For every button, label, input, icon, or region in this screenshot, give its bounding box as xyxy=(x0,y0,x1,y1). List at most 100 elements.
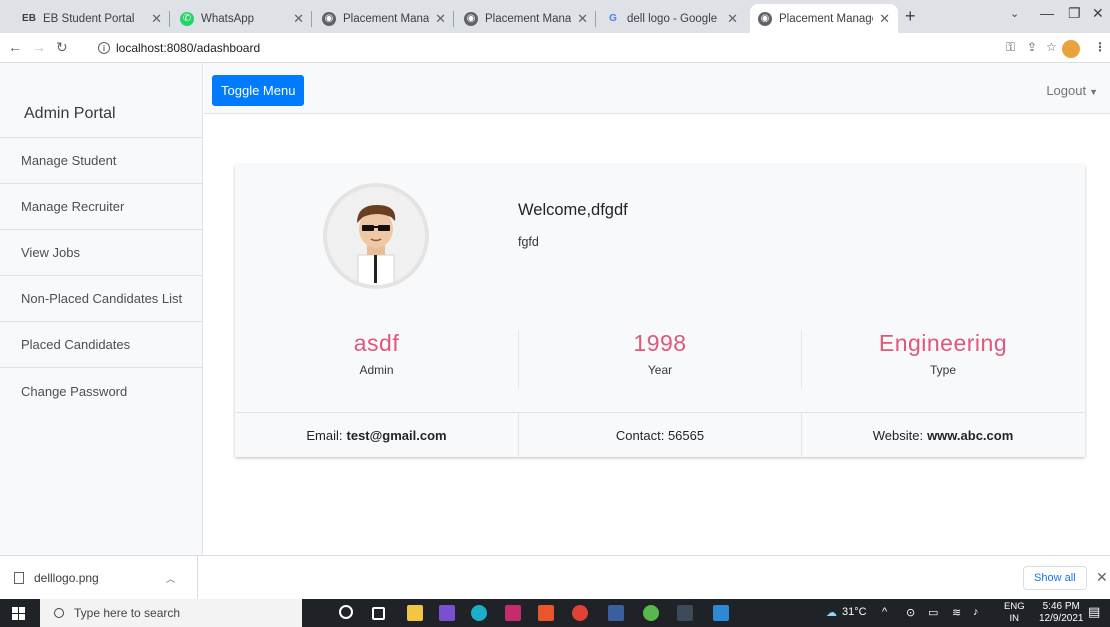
tab-close-icon[interactable]: ✕ xyxy=(577,11,588,27)
close-download-bar-icon[interactable]: ✕ xyxy=(1096,569,1108,586)
cortana-icon[interactable] xyxy=(339,605,353,619)
bookmark-star-icon[interactable]: ☆ xyxy=(1046,40,1057,54)
chevron-up-icon[interactable]: ︿ xyxy=(166,572,175,585)
tray-chevron-icon[interactable]: ^ xyxy=(882,606,887,618)
url-text: localhost:8080/adashboard xyxy=(116,41,261,55)
logout-label: Logout xyxy=(1046,83,1087,98)
stat-label: Year xyxy=(647,363,673,377)
tab-close-icon[interactable]: ✕ xyxy=(151,11,162,27)
weather-temp[interactable]: 31°C xyxy=(842,606,867,618)
browser-tab[interactable]: ✆ WhatsApp ✕ xyxy=(172,4,312,33)
task-view-icon[interactable] xyxy=(372,607,385,620)
taskbar-search-box[interactable]: Type here to search xyxy=(40,599,302,627)
office-icon[interactable] xyxy=(538,605,554,621)
photos-icon[interactable] xyxy=(713,605,729,621)
share-icon[interactable]: ⇪ xyxy=(1027,40,1037,54)
visual-studio-icon[interactable] xyxy=(439,605,455,621)
address-bar[interactable]: i localhost:8080/adashboard xyxy=(98,37,260,59)
reload-icon[interactable]: ↻ xyxy=(56,39,68,56)
language-indicator[interactable]: ENG IN xyxy=(1004,601,1025,625)
email-cell: Email: test@gmail.com xyxy=(235,413,518,458)
sidebar-heading: Admin Portal xyxy=(0,63,202,138)
battery-icon[interactable]: ▭ xyxy=(928,606,938,619)
volume-icon[interactable]: ♪ xyxy=(973,606,979,618)
close-window-icon[interactable]: ✕ xyxy=(1092,5,1104,22)
windows-start-icon[interactable] xyxy=(12,607,25,620)
cartoon-user-icon xyxy=(357,205,396,285)
download-item[interactable]: delllogo.png ︿ xyxy=(0,556,198,600)
stat-year: 1998 Year xyxy=(518,330,801,388)
lang-code: ENG xyxy=(1004,601,1025,612)
vscode-icon[interactable] xyxy=(608,605,624,621)
toggle-menu-button[interactable]: Toggle Menu xyxy=(212,75,305,106)
contact-cell: Contact: 56565 xyxy=(518,413,801,458)
stat-label: Admin xyxy=(359,363,394,377)
profile-card: Welcome,dfgdf fgfd asdf Admin 1998 Year … xyxy=(235,165,1085,458)
search-icon xyxy=(54,608,64,618)
stat-value: asdf xyxy=(353,330,400,356)
wifi-icon[interactable]: ≋ xyxy=(952,606,961,619)
back-icon[interactable]: ← xyxy=(8,39,22,55)
website-cell: Website: www.abc.com xyxy=(801,413,1084,458)
tab-title: Placement Manageme xyxy=(779,12,873,25)
menu-kebab-icon[interactable]: ⋮ xyxy=(1094,40,1106,54)
vlc-icon[interactable] xyxy=(505,605,521,621)
key-icon[interactable]: ⚿ xyxy=(1006,40,1015,55)
sidebar-item-non-placed-candidates[interactable]: Non-Placed Candidates List xyxy=(0,276,202,322)
browser-tab[interactable]: ◉ Placement Manageme ✕ xyxy=(456,4,596,33)
file-explorer-icon[interactable] xyxy=(407,605,423,621)
globe-icon: ◉ xyxy=(464,11,478,26)
globe-icon: ◉ xyxy=(758,11,772,26)
sidebar-item-manage-student[interactable]: Manage Student xyxy=(0,138,202,184)
windows-taskbar: Type here to search ☁ 31°C ^ ⊙ ▭ ≋ ♪ ENG… xyxy=(0,599,1110,627)
tab-close-icon[interactable]: ✕ xyxy=(293,11,304,27)
forward-icon[interactable]: → xyxy=(32,39,46,55)
sidebar-item-change-password[interactable]: Change Password xyxy=(0,368,202,414)
taskbar-clock[interactable]: 5:46 PM 12/9/2021 xyxy=(1039,601,1084,625)
contact-label: Contact: xyxy=(615,428,665,443)
lang-region: IN xyxy=(1009,613,1020,624)
notifications-icon[interactable]: ▤ xyxy=(1088,604,1100,620)
site-info-icon[interactable]: i xyxy=(98,42,110,54)
stat-type: Engineering Type xyxy=(801,330,1084,388)
tab-title: dell logo - Google Sea xyxy=(627,12,721,25)
eb-portal-icon: EB xyxy=(22,13,36,24)
caret-down-icon: ▼ xyxy=(1089,87,1098,97)
show-all-button[interactable]: Show all xyxy=(1023,566,1087,590)
restore-icon[interactable]: ❐ xyxy=(1068,5,1081,22)
edge-icon[interactable] xyxy=(471,605,487,621)
globe-icon: ◉ xyxy=(322,11,336,26)
browser-tab-strip: EB EB Student Portal ✕ ✆ WhatsApp ✕ ◉ Pl… xyxy=(0,0,1110,33)
user-subname: fgfd xyxy=(518,235,539,249)
new-tab-icon[interactable]: + xyxy=(905,6,916,27)
google-icon: G xyxy=(609,13,617,24)
sidebar-item-view-jobs[interactable]: View Jobs xyxy=(0,230,202,276)
tab-close-icon[interactable]: ✕ xyxy=(435,11,446,27)
mysql-icon[interactable] xyxy=(677,605,693,621)
browser-tab[interactable]: G dell logo - Google Sea ✕ xyxy=(598,4,746,33)
email-label: Email: xyxy=(306,428,343,443)
clock-time: 5:46 PM xyxy=(1042,601,1080,612)
profile-avatar-icon[interactable] xyxy=(1062,40,1080,58)
browser-tab-active[interactable]: ◉ Placement Manageme ✕ xyxy=(750,4,898,33)
weather-icon[interactable]: ☁ xyxy=(826,606,837,619)
contact-value: 56565 xyxy=(667,428,705,443)
tab-close-icon[interactable]: ✕ xyxy=(879,11,890,27)
logout-dropdown[interactable]: Logout ▼ xyxy=(1046,83,1098,98)
whatsapp-icon: ✆ xyxy=(180,11,194,26)
chrome-icon[interactable] xyxy=(572,605,588,621)
website-value: www.abc.com xyxy=(927,428,1014,443)
browser-tab[interactable]: ◉ Placement Manageme ✕ xyxy=(314,4,454,33)
tab-close-icon[interactable]: ✕ xyxy=(727,11,738,27)
sidebar-item-manage-recruiter[interactable]: Manage Recruiter xyxy=(0,184,202,230)
minimize-icon[interactable]: — xyxy=(1040,5,1054,21)
download-filename: delllogo.png xyxy=(34,571,99,585)
tab-search-icon[interactable]: ⌄ xyxy=(1010,7,1019,20)
browser-toolbar: ← → ↻ i localhost:8080/adashboard ⚿ ⇪ ☆ … xyxy=(0,33,1110,63)
eclipse-icon[interactable] xyxy=(643,605,659,621)
onedrive-icon[interactable]: ⊙ xyxy=(906,606,915,619)
sidebar-item-placed-candidates[interactable]: Placed Candidates xyxy=(0,322,202,368)
stat-admin: asdf Admin xyxy=(235,330,518,388)
browser-tab[interactable]: EB EB Student Portal ✕ xyxy=(14,4,170,33)
stat-label: Type xyxy=(929,363,956,377)
